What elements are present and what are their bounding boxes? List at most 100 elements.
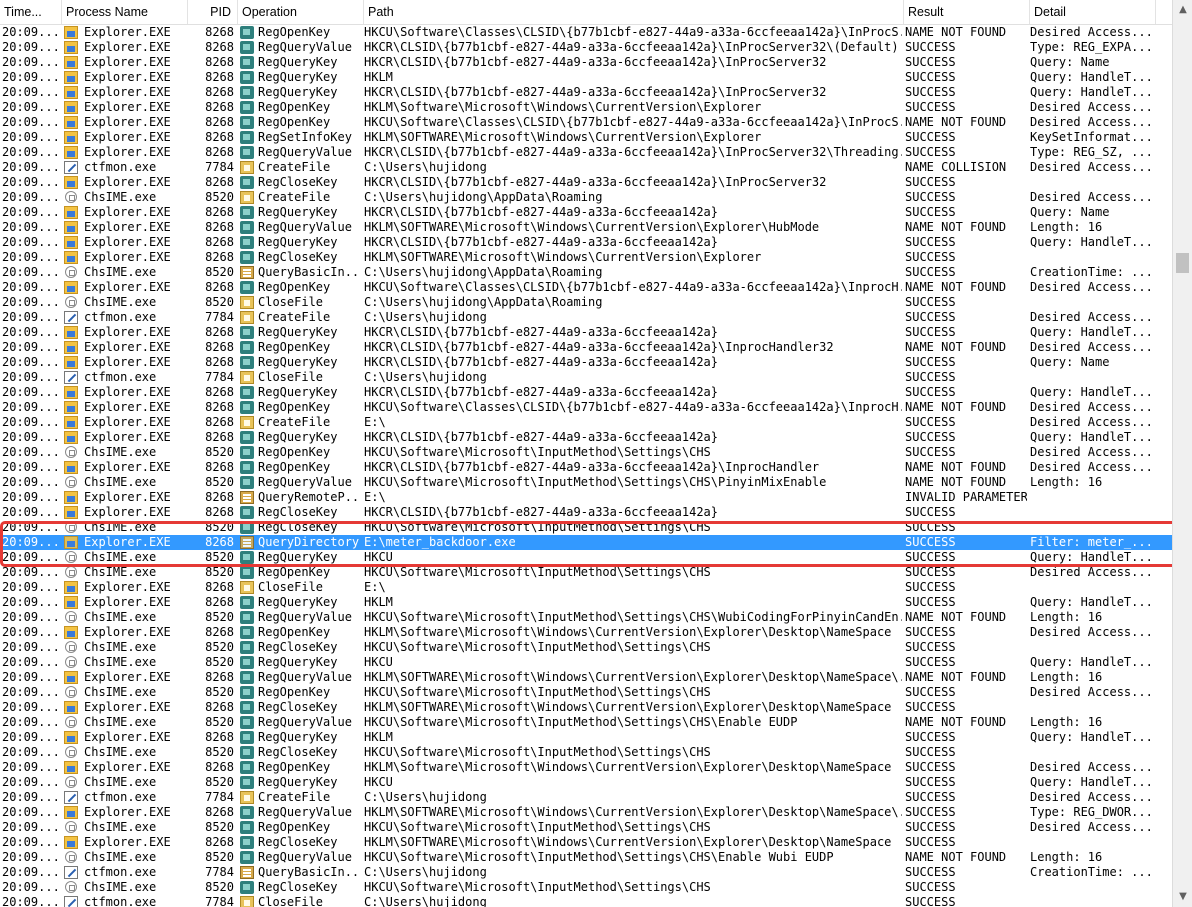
explorer-icon — [64, 761, 78, 774]
table-row[interactable]: 20:09... Explorer.EXE 8268 RegOpenKey HKLM\S… — [0, 100, 1172, 115]
cell-process-icon — [64, 235, 80, 250]
table-row[interactable]: 20:09... Explorer.EXE 8268 RegQueryValue HKC… — [0, 40, 1172, 55]
vertical-scrollbar[interactable]: ▲ ▼ — [1172, 0, 1192, 907]
table-row[interactable]: 20:09... ChsIME.exe 8520 RegQueryValue HKCU\… — [0, 610, 1172, 625]
column-header-time[interactable]: Time... — [0, 0, 62, 24]
table-row[interactable]: 20:09... ChsIME.exe 8520 RegOpenKey HKCU\Sof… — [0, 820, 1172, 835]
cell-process: Explorer.EXE — [84, 340, 171, 354]
table-row[interactable]: 20:09... Explorer.EXE 8268 RegCloseKey HKCR\… — [0, 175, 1172, 190]
table-row[interactable]: 20:09... ChsIME.exe 8520 RegCloseKey HKCU\So… — [0, 640, 1172, 655]
table-row[interactable]: 20:09... Explorer.EXE 8268 RegOpenKey HKCU\S… — [0, 400, 1172, 415]
table-row[interactable]: 20:09... Explorer.EXE 8268 CloseFile E:\ SUCC… — [0, 580, 1172, 595]
table-row[interactable]: 20:09... Explorer.EXE 8268 RegOpenKey HKCU\S… — [0, 25, 1172, 40]
cell-result: SUCCESS — [905, 55, 956, 69]
table-row[interactable]: 20:09... ChsIME.exe 8520 CloseFile C:\Users\… — [0, 295, 1172, 310]
table-row[interactable]: 20:09... Explorer.EXE 8268 RegQueryKey HKCR\… — [0, 385, 1172, 400]
scroll-up-arrow-icon[interactable]: ▲ — [1175, 2, 1191, 18]
table-row[interactable]: 20:09... ChsIME.exe 8520 RegQueryKey HKCU SUC… — [0, 550, 1172, 565]
table-row[interactable]: 20:09... Explorer.EXE 8268 RegQueryKey HKCR\… — [0, 355, 1172, 370]
table-row[interactable]: 20:09... ChsIME.exe 8520 RegOpenKey HKCU\Sof… — [0, 445, 1172, 460]
cell-process-icon — [64, 115, 80, 130]
table-row[interactable]: 20:09... Explorer.EXE 8268 RegCloseKey HKLM\… — [0, 250, 1172, 265]
cell-process: Explorer.EXE — [84, 835, 171, 849]
cell-operation: CloseFile — [258, 370, 324, 384]
table-row[interactable]: 20:09... ChsIME.exe 8520 RegCloseKey HKCU\So… — [0, 520, 1172, 535]
cell-path: HKCU\Software\Classes\CLSID\{b77b1cbf-e8… — [364, 400, 902, 414]
cell-path: HKLM — [364, 70, 393, 84]
cell-operation: CreateFile — [258, 190, 331, 204]
cell-path: HKCR\CLSID\{b77b1cbf-e827-44a9-a33a-6ccf… — [364, 355, 719, 369]
cell-time: 20:09... — [2, 100, 60, 114]
table-row[interactable]: 20:09... Explorer.EXE 8268 RegQueryValue HKL… — [0, 220, 1172, 235]
table-row[interactable]: 20:09... Explorer.EXE 8268 RegQueryKey HKLM S… — [0, 730, 1172, 745]
cell-process: Explorer.EXE — [84, 805, 171, 819]
column-header-path[interactable]: Path — [364, 0, 904, 24]
table-row[interactable]: 20:09... Explorer.EXE 8268 RegOpenKey HKLM\S… — [0, 760, 1172, 775]
column-header-process[interactable]: Process Name — [62, 0, 188, 24]
explorer-icon — [64, 536, 78, 549]
table-row[interactable]: 20:09... ctfmon.exe 7784 CloseFile C:\Users\… — [0, 895, 1172, 907]
table-row[interactable]: 20:09... Explorer.EXE 8268 RegQueryValue HKL… — [0, 805, 1172, 820]
table-row[interactable]: 20:09... Explorer.EXE 8268 RegQueryValue HKL… — [0, 670, 1172, 685]
table-row[interactable]: 20:09... Explorer.EXE 8268 RegQueryKey HKCR\… — [0, 235, 1172, 250]
table-row[interactable]: 20:09... ctfmon.exe 7784 CreateFile C:\Users… — [0, 790, 1172, 805]
table-row[interactable]: 20:09... Explorer.EXE 8268 RegOpenKey HKCU\S… — [0, 280, 1172, 295]
table-row[interactable]: 20:09... Explorer.EXE 8268 RegSetInfoKey HKL… — [0, 130, 1172, 145]
table-row[interactable]: 20:09... Explorer.EXE 8268 RegQueryKey HKCR\… — [0, 205, 1172, 220]
column-header-operation[interactable]: Operation — [238, 0, 364, 24]
table-row-selected[interactable]: 20:09... Explorer.EXE 8268 QueryDirectory E:… — [0, 535, 1172, 550]
table-row[interactable]: 20:09... ctfmon.exe 7784 CreateFile C:\Users… — [0, 160, 1172, 175]
cell-pid: 7784 — [205, 895, 234, 907]
cell-pid: 7784 — [205, 370, 234, 384]
cell-operation-icon — [240, 400, 256, 415]
explorer-icon — [64, 386, 78, 399]
table-row[interactable]: 20:09... ChsIME.exe 8520 RegQueryKey HKCU SUC… — [0, 655, 1172, 670]
table-row[interactable]: 20:09... ChsIME.exe 8520 RegQueryValue HKCU\… — [0, 475, 1172, 490]
table-row[interactable]: 20:09... Explorer.EXE 8268 RegQueryKey HKCR\… — [0, 430, 1172, 445]
table-row[interactable]: 20:09... ChsIME.exe 8520 RegQueryKey HKCU SUC… — [0, 775, 1172, 790]
scrollbar-thumb[interactable] — [1176, 253, 1189, 273]
table-row[interactable]: 20:09... Explorer.EXE 8268 RegQueryKey HKLM S… — [0, 70, 1172, 85]
table-row[interactable]: 20:09... ChsIME.exe 8520 RegQueryValue HKCU\… — [0, 715, 1172, 730]
table-row[interactable]: 20:09... Explorer.EXE 8268 RegOpenKey HKCR\C… — [0, 460, 1172, 475]
table-row[interactable]: 20:09... ChsIME.exe 8520 QueryBasicIn... C:\… — [0, 265, 1172, 280]
table-row[interactable]: 20:09... Explorer.EXE 8268 RegOpenKey HKCU\S… — [0, 115, 1172, 130]
cell-time: 20:09... — [2, 85, 60, 99]
registry-icon — [240, 41, 254, 54]
explorer-icon — [64, 41, 78, 54]
table-row[interactable]: 20:09... ctfmon.exe 7784 CreateFile C:\Users… — [0, 310, 1172, 325]
table-row[interactable]: 20:09... ChsIME.exe 8520 RegCloseKey HKCU\So… — [0, 880, 1172, 895]
table-row[interactable]: 20:09... ChsIME.exe 8520 RegCloseKey HKCU\So… — [0, 745, 1172, 760]
column-header-detail[interactable]: Detail — [1030, 0, 1156, 24]
table-row[interactable]: 20:09... ChsIME.exe 8520 RegOpenKey HKCU\Sof… — [0, 565, 1172, 580]
registry-icon — [240, 611, 254, 624]
table-row[interactable]: 20:09... Explorer.EXE 8268 RegCloseKey HKLM\… — [0, 700, 1172, 715]
cell-time: 20:09... — [2, 490, 60, 504]
table-row[interactable]: 20:09... Explorer.EXE 8268 CreateFile E:\ SUC… — [0, 415, 1172, 430]
column-header-result[interactable]: Result — [904, 0, 1030, 24]
table-row[interactable]: 20:09... ChsIME.exe 8520 CreateFile C:\Users… — [0, 190, 1172, 205]
cell-pid: 8520 — [205, 880, 234, 894]
scroll-down-arrow-icon[interactable]: ▼ — [1175, 889, 1191, 905]
table-row[interactable]: 20:09... Explorer.EXE 8268 RegQueryKey HKCR\… — [0, 55, 1172, 70]
cell-pid: 8268 — [205, 25, 234, 39]
table-row[interactable]: 20:09... ctfmon.exe 7784 QueryBasicIn... C:\… — [0, 865, 1172, 880]
table-row[interactable]: 20:09... ChsIME.exe 8520 RegOpenKey HKCU\Sof… — [0, 685, 1172, 700]
table-row[interactable]: 20:09... Explorer.EXE 8268 RegQueryKey HKCR\… — [0, 325, 1172, 340]
table-row[interactable]: 20:09... Explorer.EXE 8268 RegQueryKey HKLM S… — [0, 595, 1172, 610]
cell-operation-icon — [240, 565, 256, 580]
table-row[interactable]: 20:09... Explorer.EXE 8268 RegCloseKey HKLM\… — [0, 835, 1172, 850]
table-row[interactable]: 20:09... Explorer.EXE 8268 RegOpenKey HKLM\S… — [0, 625, 1172, 640]
table-row[interactable]: 20:09... Explorer.EXE 8268 RegOpenKey HKCR\C… — [0, 340, 1172, 355]
column-header-pid[interactable]: PID — [188, 0, 238, 24]
table-row[interactable]: 20:09... Explorer.EXE 8268 RegCloseKey HKCR\… — [0, 505, 1172, 520]
table-row[interactable]: 20:09... ChsIME.exe 8520 RegQueryValue HKCU\… — [0, 850, 1172, 865]
table-row[interactable]: 20:09... Explorer.EXE 8268 RegQueryValue HKC… — [0, 145, 1172, 160]
table-row[interactable]: 20:09... ctfmon.exe 7784 CloseFile C:\Users\… — [0, 370, 1172, 385]
cell-time: 20:09... — [2, 265, 60, 279]
table-row[interactable]: 20:09... Explorer.EXE 8268 RegQueryKey HKCR\… — [0, 85, 1172, 100]
cell-detail: Desired Access... — [1030, 25, 1152, 39]
cell-operation: CreateFile — [258, 415, 331, 429]
registry-icon — [240, 356, 254, 369]
table-row[interactable]: 20:09... Explorer.EXE 8268 QueryRemoteP... E… — [0, 490, 1172, 505]
